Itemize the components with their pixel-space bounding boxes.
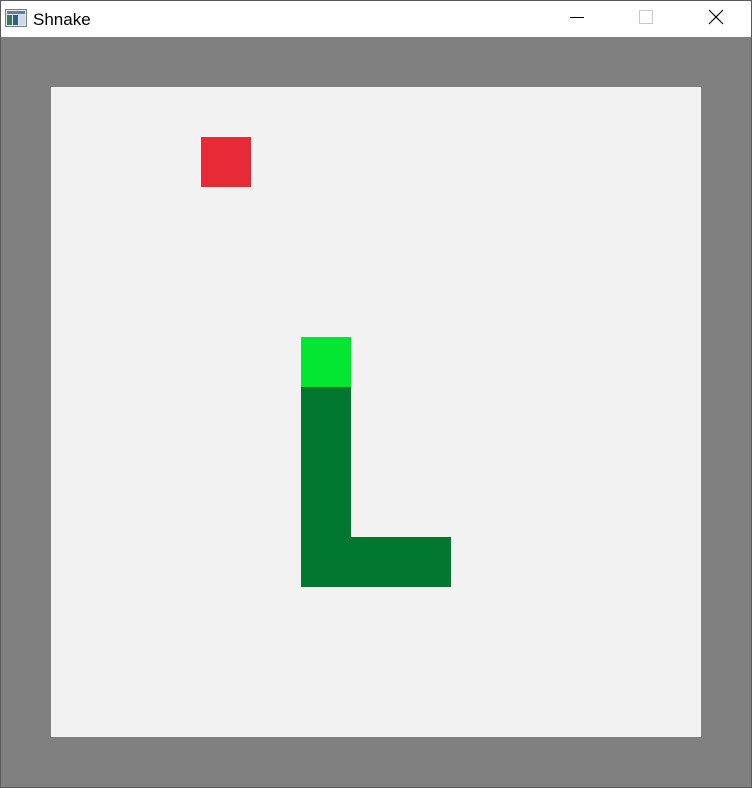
snake-body-segment xyxy=(301,437,351,487)
snake-body-segment xyxy=(401,537,451,587)
close-icon xyxy=(708,9,724,30)
close-button[interactable] xyxy=(693,1,739,37)
app-icon xyxy=(5,9,27,27)
minimize-button[interactable] xyxy=(554,1,600,37)
snake-body-segment xyxy=(351,537,401,587)
maximize-button[interactable] xyxy=(623,1,669,37)
game-window: Shnake xyxy=(0,0,752,788)
game-frame xyxy=(1,37,751,787)
snake-head xyxy=(301,337,351,387)
window-title: Shnake xyxy=(33,10,91,29)
minimize-icon xyxy=(570,10,584,29)
game-board[interactable] xyxy=(51,87,701,737)
title-bar[interactable]: Shnake xyxy=(1,1,751,37)
snake-body-segment xyxy=(301,537,351,587)
maximize-icon xyxy=(639,9,653,29)
food-apple xyxy=(201,137,251,187)
snake-body-segment xyxy=(301,387,351,437)
snake-body-segment xyxy=(301,487,351,537)
